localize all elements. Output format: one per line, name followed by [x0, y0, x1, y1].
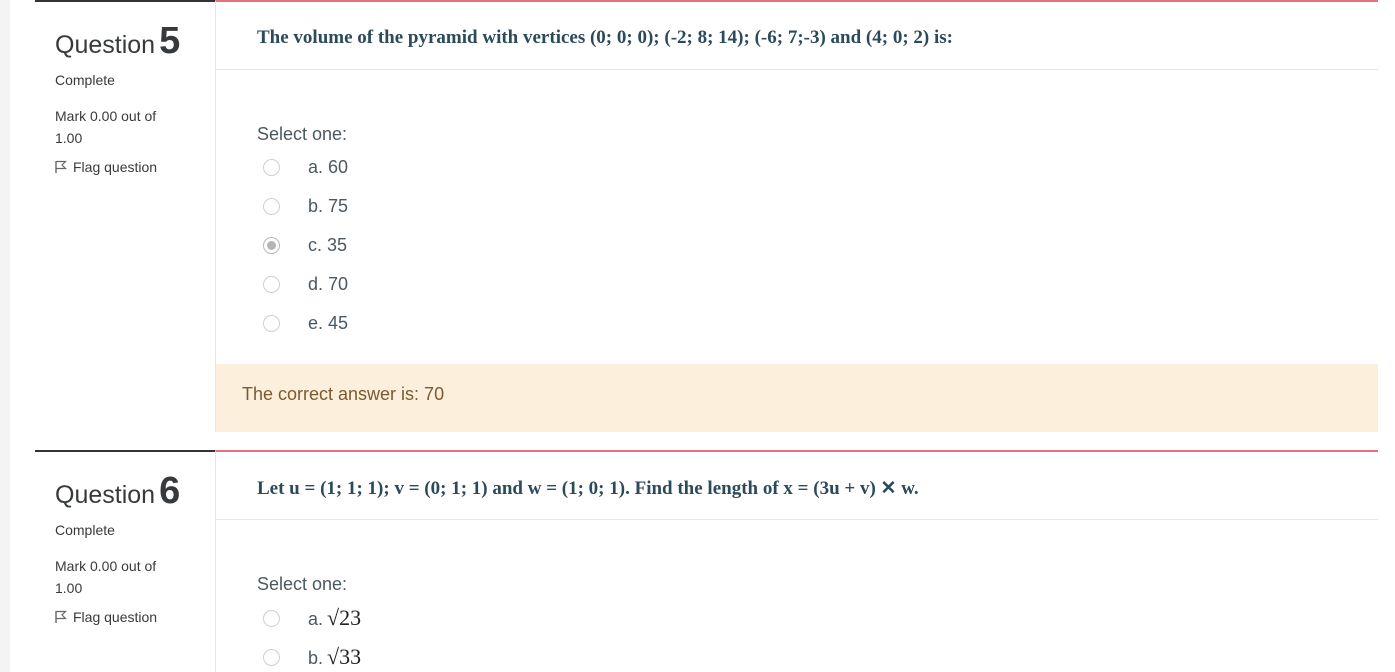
answer-option-label: a. 60 [308, 157, 349, 177]
question-state: Complete [55, 522, 115, 538]
answer-option-e[interactable]: e. 45 [263, 311, 348, 335]
flag-question-link[interactable]: Flag question [55, 159, 157, 175]
question-5: Question 5 Complete Mark 0.00 out of 1.00… [35, 0, 1378, 432]
question-info: Question 5 Complete Mark 0.00 out of 1.00… [35, 0, 215, 432]
answer-option-a[interactable]: a. √23 [263, 606, 361, 630]
answer-option-d[interactable]: d. 70 [263, 272, 348, 296]
answer-option-label: b. √33 [308, 644, 362, 669]
question-label: Question [55, 481, 156, 509]
answer-option-label: d. 70 [308, 274, 349, 294]
answer-option-c[interactable]: c. 35 [263, 233, 347, 257]
radio-button[interactable] [263, 648, 280, 666]
question-text-area: The volume of the pyramid with vertices … [216, 2, 1378, 70]
flag-question-link[interactable]: Flag question [55, 609, 157, 625]
question-grade: Mark 0.00 out of 1.00 [55, 555, 185, 599]
question-number: Question 6 [55, 470, 180, 513]
radio-button[interactable] [263, 314, 280, 332]
flag-label: Flag question [73, 609, 158, 625]
answer-option-b[interactable]: b. √33 [263, 645, 361, 669]
grade-value: 1.00 [55, 130, 83, 146]
grade-line: Mark 0.00 out of [55, 108, 157, 124]
feedback-panel: The correct answer is: 70 [216, 364, 1378, 432]
question-text: Let u = (1; 1; 1); v = (0; 1; 1) and w =… [257, 478, 919, 499]
flag-icon [55, 610, 67, 624]
answer-option-b[interactable]: b. 75 [263, 194, 348, 218]
question-number-value: 6 [159, 470, 181, 512]
question-content: The volume of the pyramid with vertices … [215, 0, 1378, 432]
answer-option-a[interactable]: a. 60 [263, 155, 348, 179]
question-text: The volume of the pyramid with vertices … [257, 27, 953, 48]
radio-button[interactable] [263, 609, 280, 627]
answer-prompt: Select one: [257, 574, 348, 594]
question-content: Let u = (1; 1; 1); v = (0; 1; 1) and w =… [215, 450, 1378, 672]
question-number-value: 5 [159, 20, 181, 62]
question-info: Question 6 Complete Mark 0.00 out of 1.00… [35, 450, 215, 672]
answer-option-label: c. 35 [308, 235, 348, 255]
correct-answer-text: The correct answer is: 70 [242, 384, 445, 404]
radio-button-selected[interactable] [263, 236, 280, 254]
radio-button[interactable] [263, 158, 280, 176]
flag-icon [55, 160, 67, 174]
question-text-area: Let u = (1; 1; 1); v = (0; 1; 1) and w =… [216, 452, 1378, 520]
flag-label: Flag question [73, 159, 158, 175]
grade-value: 1.00 [55, 580, 83, 596]
question-state: Complete [55, 72, 115, 88]
page-left-gutter [0, 0, 10, 672]
answer-option-label: b. 75 [308, 196, 349, 216]
radio-button[interactable] [263, 197, 280, 215]
question-label: Question [55, 31, 156, 59]
radio-button[interactable] [263, 275, 280, 293]
question-number: Question 5 [55, 20, 180, 63]
grade-line: Mark 0.00 out of [55, 558, 157, 574]
question-grade: Mark 0.00 out of 1.00 [55, 105, 185, 149]
answer-option-label: e. 45 [308, 313, 349, 333]
answer-prompt: Select one: [257, 124, 348, 144]
answer-option-label: a. √23 [308, 605, 362, 630]
question-6: Question 6 Complete Mark 0.00 out of 1.00… [35, 450, 1378, 672]
